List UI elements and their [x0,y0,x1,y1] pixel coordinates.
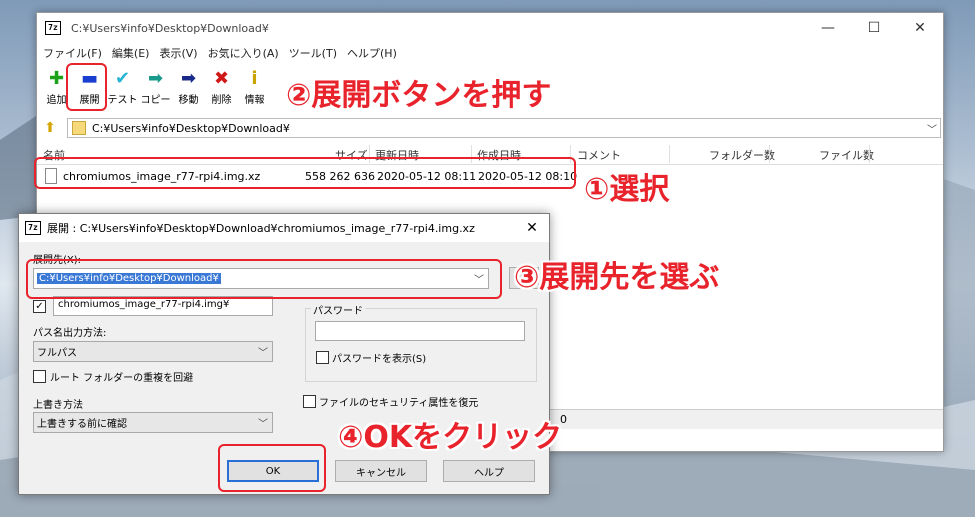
info-label: 情報 [244,95,265,106]
annotation-step4: ④OKをクリック [338,420,563,455]
delete-x-icon: ✖ [213,67,230,89]
chevron-down-icon[interactable]: ﹀ [924,121,940,136]
highlight-file-row [34,157,576,189]
move-button[interactable]: ➡ 移動 [172,67,205,107]
address-bar: ⬆ C:¥Users¥info¥Desktop¥Download¥ ﹀ [39,117,941,139]
password-field[interactable] [315,321,525,341]
subfolder-checkbox[interactable]: ✓ [33,300,46,313]
copy-arrow-icon: ➡ [147,67,164,89]
column-comment[interactable]: コメント [577,147,621,163]
overwrite-combo[interactable]: 上書きする前に確認 ﹀ [33,412,273,433]
check-icon: ✔ [114,67,131,89]
overwrite-label: 上書き方法 [33,400,83,411]
menu-help[interactable]: ヘルプ(H) [347,45,397,61]
plus-icon: ✚ [48,67,65,89]
add-label: 追加 [46,95,67,106]
delete-button[interactable]: ✖ 削除 [205,67,238,107]
column-divider[interactable] [669,145,670,163]
password-group [305,308,537,382]
chevron-down-icon[interactable]: ﹀ [254,415,272,430]
dialog-title-bar[interactable]: 7z 展開 : C:¥Users¥info¥Desktop¥Download¥c… [19,214,549,242]
delete-label: 削除 [211,95,232,106]
highlight-extract-button [66,63,107,111]
info-button[interactable]: i 情報 [238,67,271,107]
annotation-step1: ①選択 [584,172,670,207]
address-text: C:¥Users¥info¥Desktop¥Download¥ [92,121,290,135]
menu-tools[interactable]: ツール(T) [289,45,337,61]
minimize-button[interactable]: — [805,13,851,43]
root-dup-label: ルート フォルダーの重複を回避 [50,373,194,384]
menu-view[interactable]: 表示(V) [159,45,197,61]
password-label: パスワード [311,302,365,317]
maximize-button[interactable]: ☐ [851,13,897,43]
path-mode-combo[interactable]: フルパス ﹀ [33,341,273,362]
column-divider[interactable] [869,145,870,163]
address-field[interactable]: C:¥Users¥info¥Desktop¥Download¥ ﹀ [67,118,941,138]
info-icon: i [251,67,258,89]
dialog-title: 展開 : C:¥Users¥info¥Desktop¥Download¥chro… [47,222,475,235]
window-title: C:¥Users¥info¥Desktop¥Download¥ [71,21,269,35]
highlight-dest-path [26,259,502,299]
overwrite-value: 上書きする前に確認 [37,419,127,430]
path-mode-value: フルパス [37,348,77,359]
menu-favorites[interactable]: お気に入り(A) [208,45,279,61]
highlight-ok-button [218,444,326,492]
column-folders[interactable]: フォルダー数 [709,147,775,163]
move-arrow-icon: ➡ [180,67,197,89]
copy-label: コピー [140,95,171,106]
app-7zip-icon: 7z [25,221,41,235]
test-button[interactable]: ✔ テスト [106,67,139,107]
up-arrow-icon: ⬆ [44,120,56,136]
close-button[interactable]: ✕ [897,13,943,43]
path-mode-label: パス名出力方法: [33,328,107,339]
annotation-step2: ②展開ボタンを押す [286,78,552,113]
security-checkbox[interactable] [303,395,316,408]
security-label: ファイルのセキュリティ属性を復元 [319,398,479,409]
show-password-label: パスワードを表示(S) [332,354,427,365]
annotation-step3: ③展開先を選ぶ [514,260,720,295]
menu-bar: ファイル(F) 編集(E) 表示(V) お気に入り(A) ツール(T) ヘルプ(… [37,43,943,63]
menu-file[interactable]: ファイル(F) [43,45,102,61]
move-label: 移動 [178,95,199,106]
root-dup-checkbox[interactable] [33,370,46,383]
copy-button[interactable]: ➡ コピー [139,67,172,107]
test-label: テスト [107,95,138,106]
folder-icon [72,121,86,135]
column-divider[interactable] [769,145,770,163]
title-bar[interactable]: 7z C:¥Users¥info¥Desktop¥Download¥ — ☐ ✕ [37,13,943,43]
help-button[interactable]: ヘルプ [443,460,535,482]
column-files[interactable]: ファイル数 [819,147,874,163]
menu-edit[interactable]: 編集(E) [112,45,150,61]
show-password-checkbox[interactable] [316,351,329,364]
up-folder-button[interactable]: ⬆ [39,118,61,138]
app-7zip-icon: 7z [45,21,61,35]
cancel-button[interactable]: キャンセル [335,460,427,482]
chevron-down-icon[interactable]: ﹀ [254,344,272,359]
dialog-close-button[interactable]: ✕ [515,214,549,242]
subfolder-field[interactable]: chromiumos_image_r77-rpi4.img¥ [53,296,273,316]
